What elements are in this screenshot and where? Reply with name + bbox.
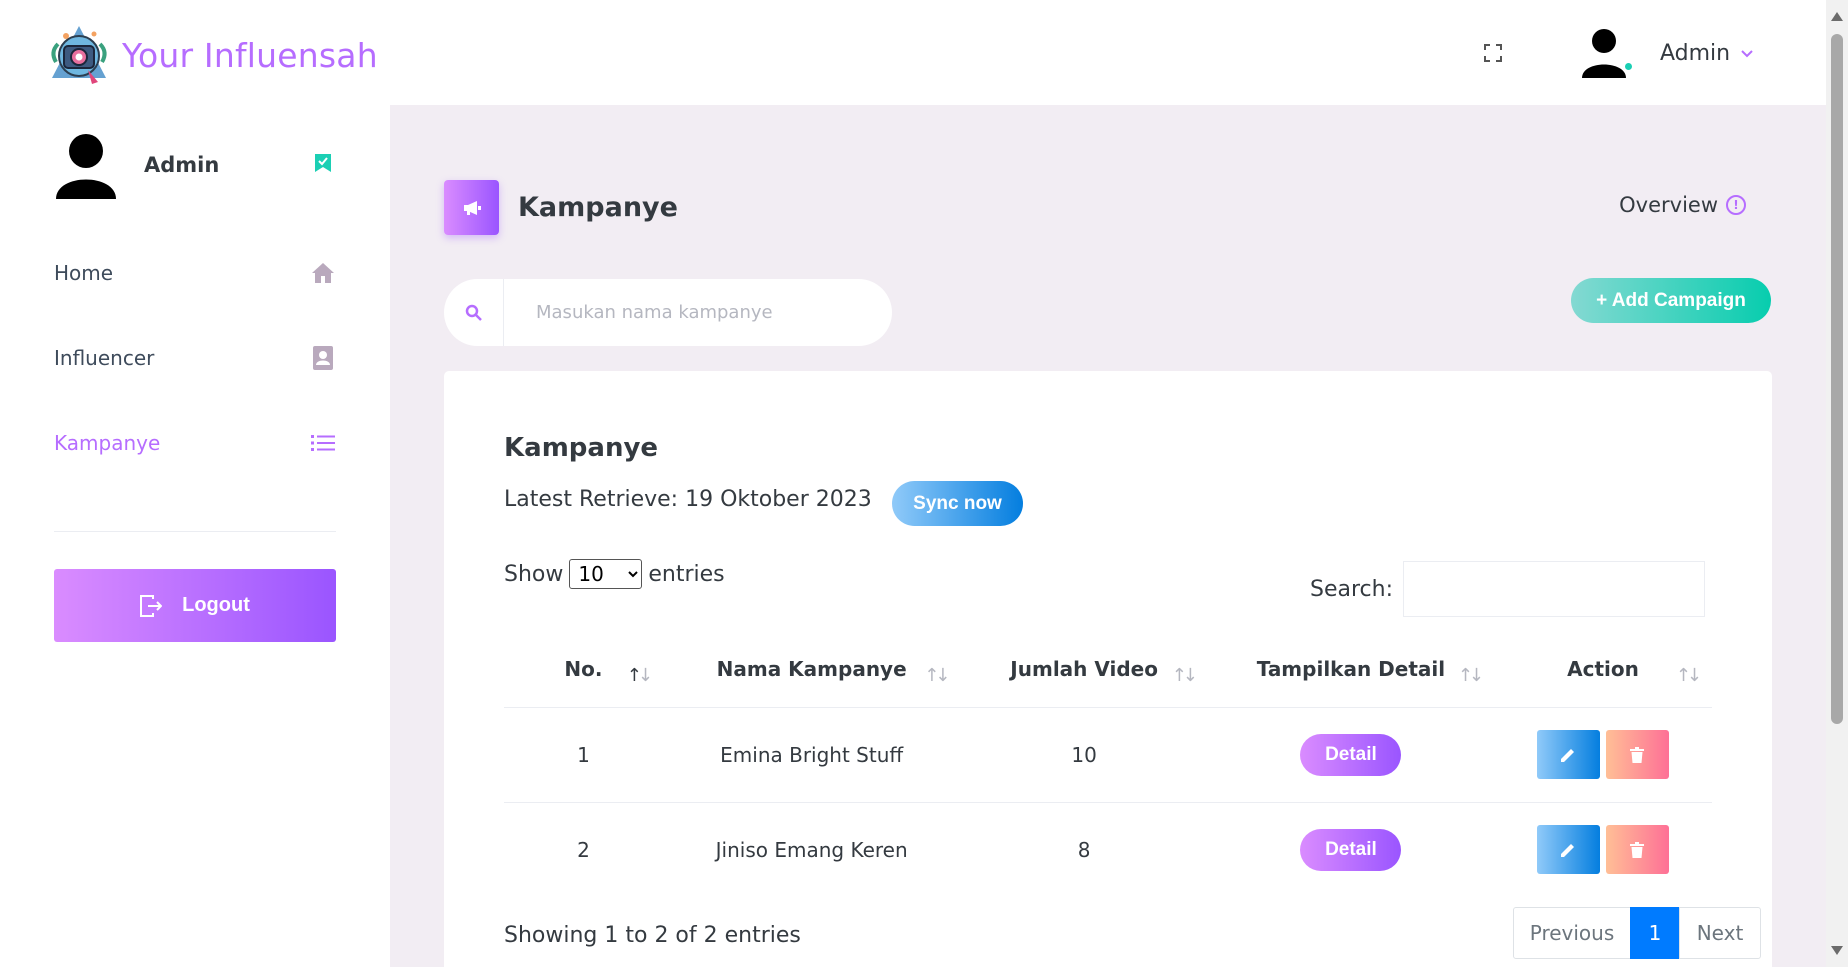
table-search-input[interactable] xyxy=(1403,561,1705,617)
table-search: Search: xyxy=(1310,561,1705,617)
brand-name: Your Influensah xyxy=(122,35,378,75)
latest-retrieve-text: Latest Retrieve: 19 Oktober 2023 xyxy=(504,487,872,512)
campaign-card: Kampanye Latest Retrieve: 19 Oktober 202… xyxy=(444,371,1772,967)
row-number: 2 xyxy=(577,837,590,862)
bookmark-check-icon xyxy=(314,153,336,175)
scroll-up-arrow-icon[interactable] xyxy=(1831,12,1843,21)
sync-now-button[interactable]: Sync now xyxy=(892,481,1023,526)
list-icon xyxy=(310,430,336,456)
logout-button[interactable]: Logout xyxy=(54,569,336,642)
user-menu[interactable]: Admin xyxy=(1580,26,1754,80)
top-navbar: Your Influensah Admin xyxy=(0,0,1826,105)
table-info: Showing 1 to 2 of 2 entries xyxy=(504,923,801,948)
page-title: Kampanye xyxy=(518,192,678,223)
table-header-row: No. ↑↓ Nama Kampanye ↑↓ Jumlah Video ↑↓ Tam… xyxy=(504,631,1712,708)
main-content: Kampanye Overview ! + Add Campaign Kampa… xyxy=(390,105,1826,967)
online-status-dot xyxy=(1623,61,1634,72)
brand[interactable]: Your Influensah xyxy=(46,22,378,88)
contact-card-icon xyxy=(310,345,336,371)
action-cell xyxy=(1494,802,1712,897)
page-header: Kampanye xyxy=(444,180,678,235)
column-label: Action xyxy=(1567,656,1639,681)
sidebar-divider xyxy=(54,531,336,532)
sort-icon: ↑↓ xyxy=(1675,665,1702,686)
trash-icon xyxy=(1630,746,1645,763)
brand-logo-icon xyxy=(46,22,112,88)
home-icon xyxy=(310,260,336,286)
pagination: Previous 1 Next xyxy=(1513,907,1761,959)
column-label: Nama Kampanye xyxy=(716,656,907,681)
add-campaign-button[interactable]: + Add Campaign xyxy=(1571,278,1771,323)
sort-icon: ↑↓ xyxy=(924,665,950,686)
next-page-button[interactable]: Next xyxy=(1679,907,1761,959)
megaphone-icon xyxy=(444,180,499,235)
sort-icon: ↑↓ xyxy=(1457,665,1484,686)
chevron-down-icon xyxy=(1740,47,1754,63)
search-label: Search: xyxy=(1310,576,1393,602)
scrollbar-thumb[interactable] xyxy=(1831,34,1843,724)
overview-link[interactable]: Overview ! xyxy=(1619,193,1746,217)
campaign-table: No. ↑↓ Nama Kampanye ↑↓ Jumlah Video ↑↓ Tam… xyxy=(504,631,1712,897)
column-header-videos[interactable]: Jumlah Video ↑↓ xyxy=(960,631,1208,708)
column-label: Jumlah Video xyxy=(1010,656,1158,681)
sidebar-item-influencer[interactable]: Influencer xyxy=(54,338,336,378)
show-label: Show xyxy=(504,561,564,587)
campaign-search-input[interactable] xyxy=(504,302,884,323)
edit-button[interactable] xyxy=(1536,730,1600,779)
search-icon xyxy=(444,279,504,346)
video-count: 8 xyxy=(1077,837,1091,862)
campaign-search xyxy=(444,279,892,346)
page-size-control: Show 10 entries xyxy=(504,559,725,589)
sidebar-item-kampanye[interactable]: Kampanye xyxy=(54,423,336,463)
fullscreen-icon[interactable] xyxy=(1482,42,1504,64)
logout-icon xyxy=(140,594,163,617)
column-label: No. xyxy=(564,656,603,681)
pencil-icon xyxy=(1561,748,1575,762)
vertical-scrollbar[interactable] xyxy=(1826,0,1848,967)
sidebar-item-label: Influencer xyxy=(54,346,155,370)
detail-button[interactable]: Detail xyxy=(1300,828,1402,871)
sidebar-profile[interactable]: Admin xyxy=(54,133,344,205)
detail-cell: Detail xyxy=(1208,802,1494,897)
page-1-button[interactable]: 1 xyxy=(1630,907,1680,959)
avatar xyxy=(54,133,118,203)
edit-button[interactable] xyxy=(1536,825,1600,875)
column-header-detail[interactable]: Tampilkan Detail ↑↓ xyxy=(1207,631,1494,708)
sidebar-item-label: Home xyxy=(54,261,114,285)
overview-label: Overview xyxy=(1619,193,1718,217)
avatar xyxy=(1580,26,1634,80)
sort-icon: ↑↓ xyxy=(626,665,653,686)
delete-button[interactable] xyxy=(1605,730,1669,779)
detail-cell: Detail xyxy=(1207,707,1494,803)
sort-icon: ↑↓ xyxy=(1171,665,1198,686)
user-name: Admin xyxy=(1660,40,1731,66)
scroll-down-arrow-icon[interactable] xyxy=(1831,946,1843,955)
campaign-name: Emina Bright Stuff xyxy=(662,707,961,803)
info-circle-icon: ! xyxy=(1726,195,1746,215)
sidebar: Admin Home Influencer Kampanye Logout xyxy=(0,105,390,967)
column-header-no[interactable]: No. ↑↓ xyxy=(504,631,663,708)
trash-icon xyxy=(1630,841,1645,858)
sidebar-item-home[interactable]: Home xyxy=(54,253,336,293)
pencil-icon xyxy=(1561,843,1575,857)
row-number: 1 xyxy=(504,707,663,803)
video-count: 10 xyxy=(960,707,1208,803)
action-cell xyxy=(1493,707,1712,803)
table-row: 1 Emina Bright Stuff 10 Detail xyxy=(504,707,1712,803)
detail-button[interactable]: Detail xyxy=(1300,733,1402,776)
logout-label: Logout xyxy=(182,594,250,616)
entries-label: entries xyxy=(648,561,725,587)
table-row: 2 Jiniso Emang Keren 8 Detail xyxy=(504,802,1712,897)
sidebar-profile-name: Admin xyxy=(144,153,220,177)
delete-button[interactable] xyxy=(1605,825,1669,875)
column-header-name[interactable]: Nama Kampanye ↑↓ xyxy=(662,631,961,708)
column-header-action[interactable]: Action ↑↓ xyxy=(1493,631,1712,708)
card-title: Kampanye xyxy=(504,433,659,463)
sidebar-item-label: Kampanye xyxy=(54,431,161,455)
campaign-name: Jiniso Emang Keren xyxy=(715,837,908,862)
column-label: Tampilkan Detail xyxy=(1256,656,1446,681)
page-size-select[interactable]: 10 xyxy=(569,559,643,589)
previous-page-button[interactable]: Previous xyxy=(1513,907,1631,959)
